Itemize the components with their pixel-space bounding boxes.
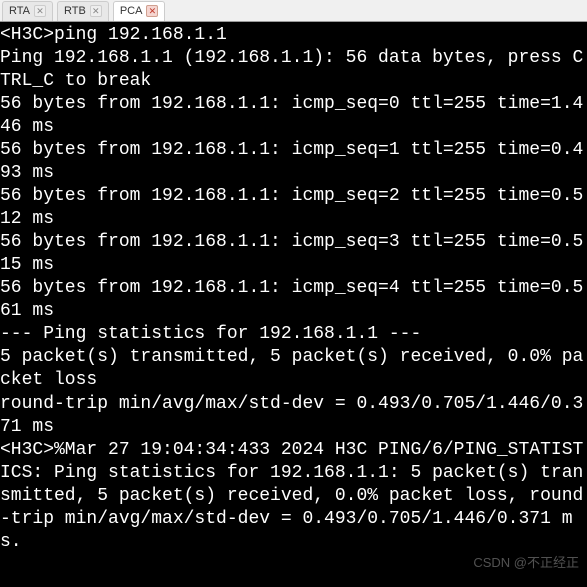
terminal-line: <H3C>ping 192.168.1.1 [0, 24, 587, 47]
terminal-line: 5 packet(s) transmitted, 5 packet(s) rec… [0, 346, 587, 392]
tab-rta[interactable]: RTA ✕ [2, 1, 53, 21]
terminal-line: 56 bytes from 192.168.1.1: icmp_seq=0 tt… [0, 93, 587, 139]
tab-pca[interactable]: PCA ✕ [113, 1, 166, 21]
terminal-output[interactable]: <H3C>ping 192.168.1.1Ping 192.168.1.1 (1… [0, 22, 587, 587]
terminal-line: 56 bytes from 192.168.1.1: icmp_seq=2 tt… [0, 185, 587, 231]
terminal-line: 56 bytes from 192.168.1.1: icmp_seq=3 tt… [0, 231, 587, 277]
tab-rtb[interactable]: RTB ✕ [57, 1, 109, 21]
terminal-line: <H3C>%Mar 27 19:04:34:433 2024 H3C PING/… [0, 439, 587, 554]
tab-bar: RTA ✕ RTB ✕ PCA ✕ [0, 0, 587, 22]
terminal-line: round-trip min/avg/max/std-dev = 0.493/0… [0, 393, 587, 439]
tab-label: RTA [9, 5, 30, 17]
tab-label: PCA [120, 5, 143, 17]
terminal-line: Ping 192.168.1.1 (192.168.1.1): 56 data … [0, 47, 587, 93]
terminal-line: 56 bytes from 192.168.1.1: icmp_seq=1 tt… [0, 139, 587, 185]
terminal-line: 56 bytes from 192.168.1.1: icmp_seq=4 tt… [0, 277, 587, 323]
close-icon[interactable]: ✕ [34, 5, 46, 17]
close-icon[interactable]: ✕ [146, 5, 158, 17]
close-icon[interactable]: ✕ [90, 5, 102, 17]
tab-label: RTB [64, 5, 86, 17]
terminal-line: --- Ping statistics for 192.168.1.1 --- [0, 323, 587, 346]
